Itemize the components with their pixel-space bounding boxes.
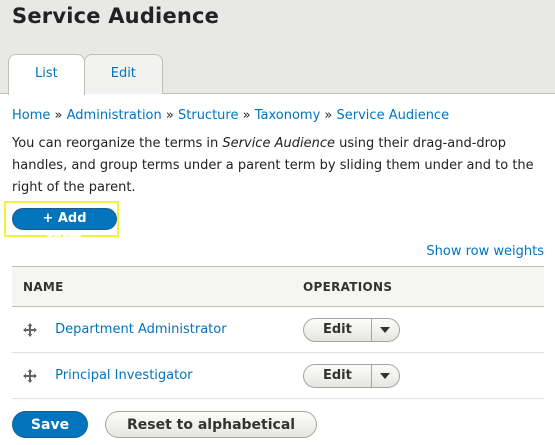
drag-handle-icon[interactable] — [23, 322, 37, 337]
add-term-highlight: + Add term — [4, 201, 119, 246]
chevron-down-icon[interactable] — [372, 319, 399, 341]
breadcrumb-separator: » — [242, 108, 255, 123]
chevron-down-icon[interactable] — [372, 365, 399, 387]
drag-handle-icon[interactable] — [23, 368, 37, 383]
operations-cell: Edit — [302, 306, 544, 353]
operations-cell: Edit — [302, 352, 544, 399]
term-name-cell: Department Administrator — [12, 306, 302, 353]
add-term-button[interactable]: + Add term — [12, 208, 117, 246]
help-text: You can reorganize the terms in Service … — [12, 133, 544, 199]
main-content: Home » Administration » Structure » Taxo… — [0, 107, 555, 438]
page-title: Service Audience — [12, 4, 220, 28]
term-link[interactable]: Principal Investigator — [55, 368, 192, 383]
form-actions: Save Reset to alphabetical — [12, 411, 544, 438]
term-link[interactable]: Department Administrator — [55, 322, 226, 337]
row-weights-toggle: Show row weights — [12, 244, 544, 259]
breadcrumb-administration[interactable]: Administration — [67, 108, 162, 123]
terms-table: NAME OPERATIONS Department Administrator… — [12, 266, 544, 399]
breadcrumb-separator: » — [324, 108, 337, 123]
edit-term-button[interactable]: Edit — [304, 364, 372, 387]
table-header-row: NAME OPERATIONS — [12, 266, 544, 307]
reset-to-alphabetical-button[interactable]: Reset to alphabetical — [105, 411, 318, 438]
page-header: Service Audience List Edit — [0, 0, 555, 95]
edit-term-button[interactable]: Edit — [304, 318, 372, 341]
help-text-before: You can reorganize the terms in — [12, 136, 223, 151]
breadcrumb-home[interactable]: Home — [12, 108, 50, 123]
table-row: Principal Investigator Edit — [12, 352, 544, 399]
primary-tabs: List Edit — [8, 54, 163, 95]
table-row: Department Administrator Edit — [12, 306, 544, 353]
breadcrumb-separator: » — [165, 108, 178, 123]
breadcrumb-separator: » — [54, 108, 67, 123]
help-text-vocabulary: Service Audience — [222, 136, 335, 151]
tab-edit[interactable]: Edit — [83, 54, 163, 94]
term-name-cell: Principal Investigator — [12, 352, 302, 399]
breadcrumb-structure[interactable]: Structure — [178, 108, 238, 123]
show-row-weights-link[interactable]: Show row weights — [426, 244, 544, 259]
breadcrumb-service-audience[interactable]: Service Audience — [337, 108, 450, 123]
save-button[interactable]: Save — [12, 411, 88, 438]
column-header-operations: OPERATIONS — [303, 279, 393, 294]
operations-dropbutton: Edit — [303, 317, 400, 342]
column-header-name: NAME — [23, 279, 64, 294]
breadcrumb: Home » Administration » Structure » Taxo… — [12, 107, 544, 124]
breadcrumb-taxonomy[interactable]: Taxonomy — [255, 108, 321, 123]
tab-list[interactable]: List — [8, 54, 85, 95]
operations-dropbutton: Edit — [303, 363, 400, 388]
